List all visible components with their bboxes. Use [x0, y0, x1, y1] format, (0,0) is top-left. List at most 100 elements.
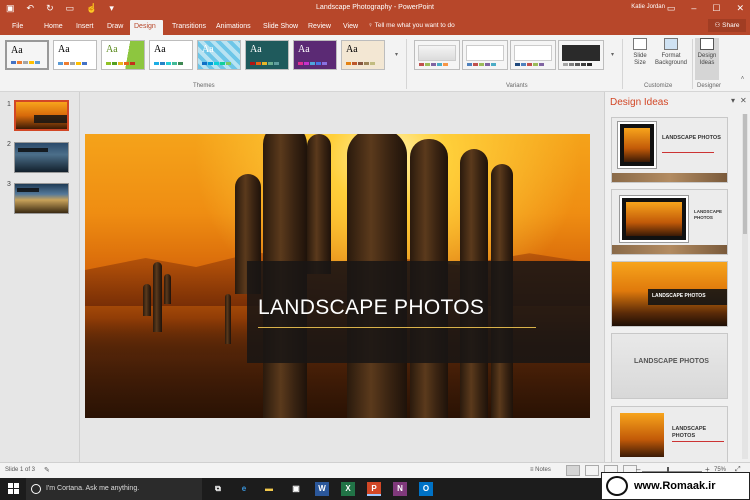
maximize-icon[interactable]: ☐	[712, 2, 720, 14]
design-idea-3[interactable]: LANDSCAPE PHOTOS	[611, 261, 728, 327]
theme-colors	[346, 62, 375, 65]
theme-office[interactable]: Aa	[5, 40, 49, 70]
tell-me-text: Tell me what you want to do	[374, 22, 455, 29]
variants-group-label: Variants	[506, 83, 528, 89]
store-icon[interactable]: ▣	[289, 482, 303, 496]
tab-animations[interactable]: Animations	[212, 20, 255, 35]
slide-thumbnail-pane: 1 2 3	[0, 92, 80, 462]
design-ideas-pane: Design Ideas ▾ ✕ LANDSCAPE PHOTOS LANDSC…	[604, 92, 750, 472]
theme-sample: Aa	[58, 44, 70, 55]
theme-colors	[298, 62, 327, 65]
ribbon-tabs: File Home Insert Draw Design Transitions…	[0, 17, 750, 35]
tab-home[interactable]: Home	[40, 20, 67, 35]
theme-colors	[154, 62, 183, 65]
group-divider	[622, 39, 623, 89]
collapse-ribbon-icon[interactable]: ˄	[738, 73, 747, 85]
windows-start-icon[interactable]	[8, 483, 19, 494]
onenote-icon[interactable]: N	[393, 482, 407, 496]
theme-colors	[11, 61, 40, 64]
format-background-icon	[664, 38, 678, 50]
design-idea-1[interactable]: LANDSCAPE PHOTOS	[611, 117, 728, 183]
tab-view[interactable]: View	[339, 20, 362, 35]
format-background-button[interactable]: Format Background	[653, 38, 689, 80]
normal-view-button[interactable]	[566, 465, 580, 476]
pane-options-icon[interactable]: ▾	[731, 96, 735, 105]
pane-close-icon[interactable]: ✕	[740, 96, 747, 105]
slide-info: Slide 1 of 3	[5, 467, 36, 473]
variant-colors	[467, 63, 496, 66]
slide-thumbnail-1[interactable]	[14, 100, 69, 131]
designer-group-label: Designer	[697, 83, 722, 89]
excel-icon[interactable]: X	[341, 482, 355, 496]
notes-button[interactable]: ≡ Notes	[530, 467, 551, 473]
tab-slide-show[interactable]: Slide Show	[259, 20, 302, 35]
tell-me-box[interactable]: ♀ Tell me what you want to do	[368, 22, 455, 29]
watermark-logo	[606, 476, 628, 496]
task-view-icon[interactable]: ⧉	[211, 482, 225, 496]
saguaro-cactus-arm	[307, 134, 331, 274]
themes-more-icon[interactable]: ▾	[392, 40, 401, 70]
theme-sample: Aa	[250, 44, 262, 55]
slide-thumbnail-3[interactable]	[14, 183, 69, 214]
variant-1[interactable]	[414, 40, 460, 70]
design-ideas-scrollbar[interactable]	[742, 114, 748, 459]
group-divider	[406, 39, 407, 89]
design-idea-4[interactable]: LANDSCAPE PHOTOS	[611, 333, 728, 399]
tab-insert[interactable]: Insert	[72, 20, 98, 35]
file-explorer-icon[interactable]: ▬	[262, 482, 276, 496]
design-ideas-label: Design Ideas	[697, 53, 717, 66]
slide-size-button[interactable]: Slide Size	[627, 38, 653, 80]
spell-check-icon[interactable]: ✎	[44, 466, 50, 474]
accent-line	[672, 441, 724, 442]
theme-sample: Aa	[298, 44, 310, 55]
theme-office-alt[interactable]: Aa	[53, 40, 97, 70]
cortana-search-box[interactable]: I'm Cortana. Ask me anything.	[26, 478, 202, 500]
design-idea-text: LANDSCAPE PHOTOS	[662, 135, 721, 141]
thumbnail-title-box	[17, 188, 39, 192]
themes-group-label: Themes	[193, 83, 215, 89]
photo	[620, 413, 664, 457]
ribbon-options-icon[interactable]: ▭	[667, 2, 676, 14]
tab-draw[interactable]: Draw	[103, 20, 127, 35]
tab-review[interactable]: Review	[304, 20, 335, 35]
edge-icon[interactable]: e	[237, 482, 251, 496]
powerpoint-icon[interactable]: P	[367, 482, 381, 496]
variant-3[interactable]	[510, 40, 556, 70]
tab-design[interactable]: Design	[130, 20, 163, 35]
wood-strip	[612, 245, 727, 254]
powerpoint-window: ▣ ↶ ↻ ▭ ☝ ▾ Landscape Photography - Powe…	[0, 0, 750, 500]
share-button[interactable]: ⚇ Share	[708, 19, 746, 32]
variants-more-icon[interactable]: ▾	[608, 40, 617, 70]
theme-ion-boardroom[interactable]: Aa	[197, 40, 241, 70]
theme-colors	[106, 62, 135, 65]
design-ideas-button[interactable]: Design Ideas	[695, 38, 719, 80]
variant-4[interactable]	[558, 40, 604, 70]
window-controls: ▭ – ☐ ✕	[667, 2, 744, 14]
theme-ion[interactable]: Aa	[245, 40, 289, 70]
design-idea-text: LANDSCAPE PHOTOS	[694, 209, 723, 220]
slide-sorter-button[interactable]	[585, 465, 599, 476]
close-icon[interactable]: ✕	[736, 2, 744, 14]
watermark: www.Romaak.ir	[601, 472, 750, 500]
theme-organic[interactable]: Aa	[293, 40, 337, 70]
variant-colors	[419, 63, 448, 66]
tab-file[interactable]: File	[8, 20, 27, 35]
slide-size-icon	[633, 38, 647, 50]
outlook-icon[interactable]: O	[419, 482, 433, 496]
title-underline	[258, 327, 536, 328]
slide-number: 1	[7, 101, 11, 108]
theme-facet[interactable]: Aa	[101, 40, 145, 70]
design-idea-2[interactable]: LANDSCAPE PHOTOS	[611, 189, 728, 255]
slide-thumbnail-2[interactable]	[14, 142, 69, 173]
variant-2[interactable]	[462, 40, 508, 70]
user-name[interactable]: Katie Jordan	[631, 4, 665, 10]
minimize-icon[interactable]: –	[691, 2, 696, 14]
scrollbar-thumb[interactable]	[743, 114, 747, 234]
theme-integral[interactable]: Aa	[149, 40, 193, 70]
slide-title[interactable]: LANDSCAPE PHOTOS	[258, 296, 484, 320]
slide-canvas[interactable]: LANDSCAPE PHOTOS	[85, 134, 590, 418]
variant-colors	[515, 63, 544, 66]
tab-transitions[interactable]: Transitions	[168, 20, 210, 35]
theme-retrospect[interactable]: Aa	[341, 40, 385, 70]
word-icon[interactable]: W	[315, 482, 329, 496]
